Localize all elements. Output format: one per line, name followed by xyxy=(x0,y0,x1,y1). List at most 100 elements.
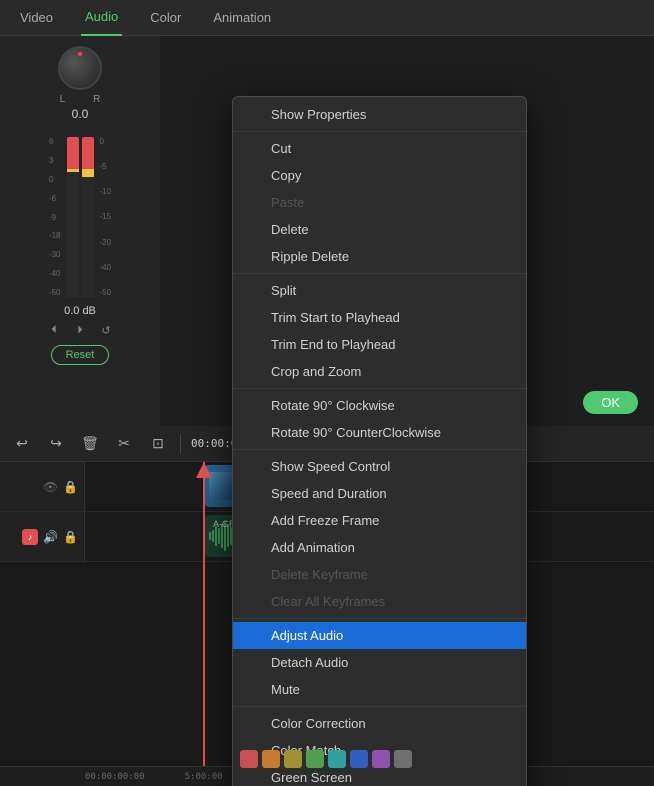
menu-item-copy[interactable]: Copy xyxy=(233,162,526,189)
menu-label-split: Split xyxy=(271,283,296,298)
color-swatch-4[interactable] xyxy=(328,750,346,768)
video-track-lock[interactable]: 🔒 xyxy=(63,480,78,494)
menu-item-delete-keyframe: Delete Keyframe xyxy=(233,561,526,588)
nav-tab-video[interactable]: Video xyxy=(16,0,57,36)
vu-meters: 6 3 0 -6 -9 -18 -30 -40 -50 0 -5 xyxy=(49,137,111,297)
right-label: R xyxy=(93,94,100,105)
nav-tab-animation[interactable]: Animation xyxy=(209,0,275,36)
menu-item-detach-audio[interactable]: Detach Audio xyxy=(233,649,526,676)
menu-separator-7 xyxy=(233,273,526,274)
lr-labels: L R xyxy=(60,94,101,105)
volume-value: 0.0 xyxy=(72,107,89,121)
menu-label-detach-audio: Detach Audio xyxy=(271,655,348,670)
menu-item-show-properties[interactable]: Show Properties xyxy=(233,101,526,128)
menu-item-trim-end[interactable]: Trim End to Playhead xyxy=(233,331,526,358)
menu-label-trim-end: Trim End to Playhead xyxy=(271,337,396,352)
menu-label-adjust-audio: Adjust Audio xyxy=(271,628,343,643)
menu-label-delete-keyframe: Delete Keyframe xyxy=(271,567,368,582)
delete-button[interactable]: 🗑 xyxy=(78,432,102,456)
menu-label-cut: Cut xyxy=(271,141,291,156)
db-display: 0.0 dB xyxy=(64,305,96,317)
menu-label-rotate-cw: Rotate 90° Clockwise xyxy=(271,398,395,413)
color-swatch-0[interactable] xyxy=(240,750,258,768)
knob-container: L R 0.0 xyxy=(58,46,102,129)
vu-left-scale: 6 3 0 -6 -9 -18 -30 -40 -50 xyxy=(49,137,61,297)
menu-item-crop-zoom[interactable]: Crop and Zoom xyxy=(233,358,526,385)
vu-bar-container xyxy=(67,137,94,297)
menu-item-ripple-delete[interactable]: Ripple Delete xyxy=(233,243,526,270)
color-swatch-5[interactable] xyxy=(350,750,368,768)
main-area: L R 0.0 6 3 0 -6 -9 -18 -30 -40 -50 xyxy=(0,36,654,786)
db-unit: dB xyxy=(82,305,95,317)
nav-tab-audio[interactable]: Audio xyxy=(81,0,122,36)
controls-row: ⏴ ⏵ ↺ xyxy=(45,321,115,339)
menu-item-trim-start[interactable]: Trim Start to Playhead xyxy=(233,304,526,331)
menu-separator-1 xyxy=(233,131,526,132)
menu-label-green-screen: Green Screen xyxy=(271,770,352,785)
video-track-controls: 👁 🔒 xyxy=(0,462,85,511)
menu-item-adjust-audio[interactable]: Adjust Audio xyxy=(233,622,526,649)
menu-item-freeze-frame[interactable]: Add Freeze Frame xyxy=(233,507,526,534)
video-track-eye[interactable]: 👁 xyxy=(43,480,58,494)
menu-item-cut[interactable]: Cut xyxy=(233,135,526,162)
menu-separator-22 xyxy=(233,618,526,619)
color-swatch-7[interactable] xyxy=(394,750,412,768)
prev-btn[interactable]: ⏴ xyxy=(45,321,63,339)
menu-separator-12 xyxy=(233,388,526,389)
knob-dot xyxy=(78,52,82,56)
undo-button[interactable]: ↩ xyxy=(10,432,34,456)
waveform-bar xyxy=(215,526,217,546)
top-navigation: // Rendered below via JS VideoAudioColor… xyxy=(0,0,654,36)
reset-button[interactable]: Reset xyxy=(51,345,110,365)
nav-tab-color[interactable]: Color xyxy=(146,0,185,36)
menu-label-mute: Mute xyxy=(271,682,300,697)
audio-track-lock[interactable]: 🔒 xyxy=(63,530,78,544)
menu-item-color-correction[interactable]: Color Correction xyxy=(233,710,526,737)
color-swatch-1[interactable] xyxy=(262,750,280,768)
menu-label-show-properties: Show Properties xyxy=(271,107,366,122)
menu-label-ripple-delete: Ripple Delete xyxy=(271,249,349,264)
audio-track-controls: ♪ 🔊 🔒 xyxy=(0,512,85,561)
menu-label-crop-zoom: Crop and Zoom xyxy=(271,364,361,379)
playhead[interactable] xyxy=(203,462,205,766)
volume-knob[interactable] xyxy=(58,46,102,90)
audio-track-icon: ♪ xyxy=(22,529,38,545)
trim-button[interactable]: ⊡ xyxy=(146,432,170,456)
refresh-btn[interactable]: ↺ xyxy=(97,321,115,339)
context-menu: Show Properties Cut Copy Paste Delete Ripple … xyxy=(232,96,527,786)
menu-label-speed-control: Show Speed Control xyxy=(271,459,390,474)
menu-item-speed-control[interactable]: Show Speed Control xyxy=(233,453,526,480)
color-swatch-6[interactable] xyxy=(372,750,390,768)
menu-item-delete[interactable]: Delete xyxy=(233,216,526,243)
waveform-bar xyxy=(209,532,211,540)
menu-label-trim-start: Trim Start to Playhead xyxy=(271,310,400,325)
menu-item-split[interactable]: Split xyxy=(233,277,526,304)
ok-button[interactable]: OK xyxy=(583,391,638,414)
menu-item-rotate-cw[interactable]: Rotate 90° Clockwise xyxy=(233,392,526,419)
vu-bar-right xyxy=(82,137,94,297)
menu-label-rotate-ccw: Rotate 90° CounterClockwise xyxy=(271,425,441,440)
menu-item-speed-duration[interactable]: Speed and Duration xyxy=(233,480,526,507)
cut-button[interactable]: ✂ xyxy=(112,432,136,456)
menu-label-delete: Delete xyxy=(271,222,309,237)
audio-track-speaker[interactable]: 🔊 xyxy=(43,530,58,544)
menu-label-speed-duration: Speed and Duration xyxy=(271,486,387,501)
color-swatch-2[interactable] xyxy=(284,750,302,768)
menu-item-add-animation[interactable]: Add Animation xyxy=(233,534,526,561)
next-btn[interactable]: ⏵ xyxy=(71,321,89,339)
redo-button[interactable]: ↪ xyxy=(44,432,68,456)
color-swatches xyxy=(240,750,412,768)
menu-separator-26 xyxy=(233,706,526,707)
menu-label-color-correction: Color Correction xyxy=(271,716,366,731)
menu-item-rotate-ccw[interactable]: Rotate 90° CounterClockwise xyxy=(233,419,526,446)
menu-separator-15 xyxy=(233,449,526,450)
waveform-bar xyxy=(212,530,214,542)
menu-label-copy: Copy xyxy=(271,168,301,183)
audio-panel: L R 0.0 6 3 0 -6 -9 -18 -30 -40 -50 xyxy=(0,36,160,426)
toolbar-divider xyxy=(180,435,181,453)
color-swatch-3[interactable] xyxy=(306,750,324,768)
menu-item-paste: Paste xyxy=(233,189,526,216)
menu-item-mute[interactable]: Mute xyxy=(233,676,526,703)
left-label: L xyxy=(60,94,66,105)
vu-bar-left xyxy=(67,137,79,297)
